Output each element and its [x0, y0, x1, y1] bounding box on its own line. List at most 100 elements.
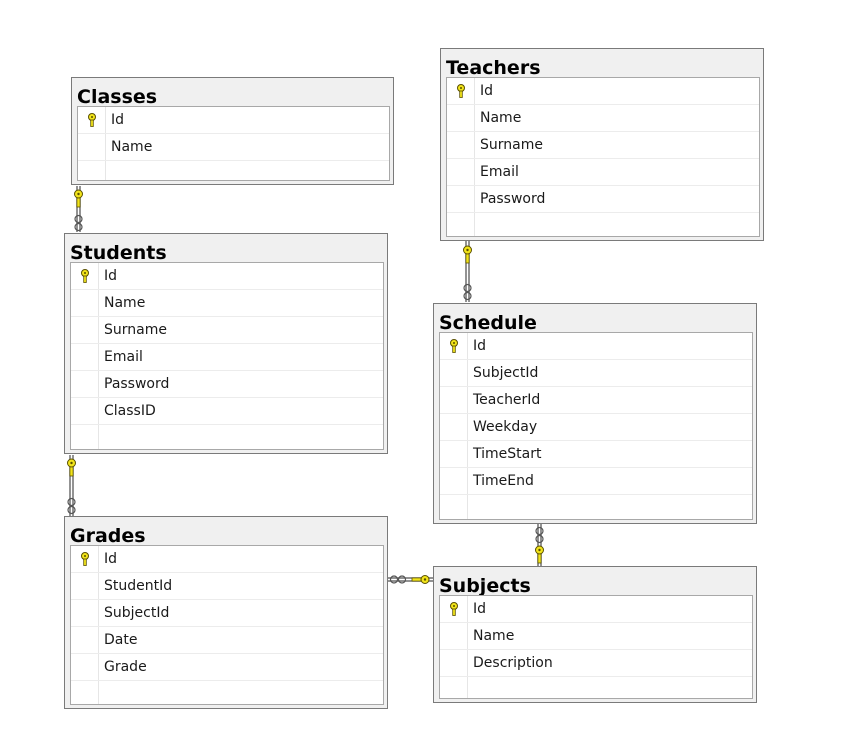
column-row-classid[interactable]: ClassID: [71, 398, 383, 425]
table-students[interactable]: Students Id Name Surname Email Password Class…: [64, 233, 388, 454]
row-selector[interactable]: [440, 468, 468, 494]
row-selector[interactable]: [440, 414, 468, 440]
table-schedule[interactable]: Schedule Id SubjectId TeacherId Weekday Time…: [433, 303, 757, 524]
column-row-subjectid[interactable]: SubjectId: [440, 360, 752, 387]
column-name: Date: [104, 632, 138, 648]
table-classes[interactable]: Classes Id Name: [71, 77, 394, 185]
relationship-key-icon: [67, 458, 76, 477]
column-row-id[interactable]: Id: [440, 596, 752, 623]
row-selector[interactable]: [447, 105, 475, 131]
column-row-timeend[interactable]: TimeEnd: [440, 468, 752, 495]
column-row-empty[interactable]: [440, 677, 752, 698]
relationship-infinity-icon: [67, 497, 76, 515]
table-title: Schedule: [439, 312, 537, 334]
column-grid: Id Name Surname Email Password: [446, 77, 760, 237]
row-selector[interactable]: [71, 317, 99, 343]
row-selector[interactable]: [447, 132, 475, 158]
column-row-empty[interactable]: [71, 425, 383, 449]
primary-key-icon: [450, 602, 458, 616]
row-selector[interactable]: [71, 263, 99, 289]
row-selector[interactable]: [440, 596, 468, 622]
row-selector[interactable]: [440, 650, 468, 676]
column-row-id[interactable]: Id: [440, 333, 752, 360]
row-selector[interactable]: [78, 107, 106, 133]
column-row-password[interactable]: Password: [447, 186, 759, 213]
row-selector[interactable]: [71, 600, 99, 626]
row-selector[interactable]: [71, 681, 99, 704]
column-row-empty[interactable]: [440, 495, 752, 519]
column-name: Grade: [104, 659, 147, 675]
row-selector[interactable]: [71, 573, 99, 599]
row-selector[interactable]: [71, 654, 99, 680]
row-selector[interactable]: [440, 360, 468, 386]
column-row-subjectid[interactable]: SubjectId: [71, 600, 383, 627]
row-selector[interactable]: [71, 425, 99, 449]
row-selector[interactable]: [71, 344, 99, 370]
primary-key-icon: [81, 269, 89, 283]
row-selector[interactable]: [440, 677, 468, 698]
row-selector[interactable]: [71, 398, 99, 424]
column-row-surname[interactable]: Surname: [447, 132, 759, 159]
column-row-id[interactable]: Id: [447, 78, 759, 105]
table-grades[interactable]: Grades Id StudentId SubjectId Date Grade: [64, 516, 388, 709]
relationship-classes-students[interactable]: [74, 186, 83, 232]
column-row-id[interactable]: Id: [71, 263, 383, 290]
column-row-grade[interactable]: Grade: [71, 654, 383, 681]
column-name: Id: [473, 338, 487, 354]
column-name: Email: [480, 164, 519, 180]
relationship-infinity-icon: [463, 283, 472, 301]
column-row-id[interactable]: Id: [71, 546, 383, 573]
row-selector[interactable]: [78, 161, 106, 180]
column-name: Name: [480, 110, 522, 126]
relationship-students-grades[interactable]: [67, 455, 76, 516]
column-row-weekday[interactable]: Weekday: [440, 414, 752, 441]
row-selector[interactable]: [447, 159, 475, 185]
column-row-empty[interactable]: [78, 161, 389, 180]
column-name: SubjectId: [473, 365, 539, 381]
column-row-email[interactable]: Email: [71, 344, 383, 371]
diagram-canvas: Classes Id Name Teachers Id Name Surname Ema…: [0, 0, 842, 741]
table-subjects[interactable]: Subjects Id Name Description: [433, 566, 757, 703]
column-name: Surname: [480, 137, 543, 153]
column-row-id[interactable]: Id: [78, 107, 389, 134]
column-name: Name: [111, 139, 153, 155]
row-selector[interactable]: [440, 387, 468, 413]
primary-key-icon: [457, 84, 465, 98]
row-selector[interactable]: [447, 213, 475, 236]
row-selector[interactable]: [440, 333, 468, 359]
row-selector[interactable]: [447, 186, 475, 212]
row-selector[interactable]: [447, 78, 475, 104]
column-row-empty[interactable]: [71, 681, 383, 704]
row-selector[interactable]: [71, 546, 99, 572]
column-row-description[interactable]: Description: [440, 650, 752, 677]
column-name: Description: [473, 655, 553, 671]
column-name: Id: [480, 83, 494, 99]
relationship-subjects-grades[interactable]: [388, 575, 434, 584]
column-grid: Id StudentId SubjectId Date Grade: [70, 545, 384, 705]
row-selector[interactable]: [71, 290, 99, 316]
relationship-key-icon: [463, 245, 472, 264]
column-row-email[interactable]: Email: [447, 159, 759, 186]
row-selector[interactable]: [440, 495, 468, 519]
column-row-password[interactable]: Password: [71, 371, 383, 398]
column-row-surname[interactable]: Surname: [71, 317, 383, 344]
row-selector[interactable]: [440, 441, 468, 467]
column-row-name[interactable]: Name: [71, 290, 383, 317]
column-row-name[interactable]: Name: [78, 134, 389, 161]
column-row-name[interactable]: Name: [447, 105, 759, 132]
table-teachers[interactable]: Teachers Id Name Surname Email Password: [440, 48, 764, 241]
relationship-teachers-schedule[interactable]: [463, 241, 472, 302]
column-row-teacherid[interactable]: TeacherId: [440, 387, 752, 414]
column-name: Name: [473, 628, 515, 644]
column-name: Id: [104, 268, 118, 284]
column-row-studentid[interactable]: StudentId: [71, 573, 383, 600]
column-row-date[interactable]: Date: [71, 627, 383, 654]
row-selector[interactable]: [78, 134, 106, 160]
row-selector[interactable]: [440, 623, 468, 649]
column-row-empty[interactable]: [447, 213, 759, 236]
relationship-subjects-schedule[interactable]: [535, 523, 544, 566]
row-selector[interactable]: [71, 627, 99, 653]
row-selector[interactable]: [71, 371, 99, 397]
column-row-timestart[interactable]: TimeStart: [440, 441, 752, 468]
column-row-name[interactable]: Name: [440, 623, 752, 650]
